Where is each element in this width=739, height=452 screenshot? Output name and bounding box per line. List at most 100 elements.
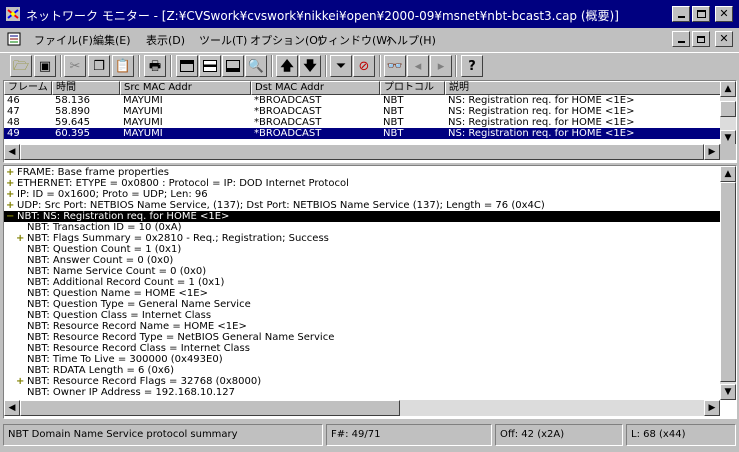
expand-icon[interactable]: + xyxy=(6,201,14,211)
folder-open-icon: 🗁 xyxy=(12,58,30,74)
frame-row[interactable]: 49 60.395 MAYUMI *BROADCAST NBT NS: Registrat… xyxy=(4,128,721,139)
filter-button[interactable]: ⏷ xyxy=(330,55,352,77)
frame-number-cell: 47 xyxy=(7,106,20,117)
cut-button[interactable]: ✂ xyxy=(64,55,86,77)
menu-view[interactable]: 表示(D) xyxy=(146,32,185,48)
detail-line[interactable]: NBT: Owner IP Address = 192.168.10.127 xyxy=(4,387,720,398)
frame-row[interactable]: 47 58.890 MAYUMI *BROADCAST NBT NS: Registrat… xyxy=(4,106,721,117)
summary-scroll-up-button[interactable]: ▲ xyxy=(720,81,736,97)
detail-line[interactable]: NBT: Additional Record Count = 1 (0x1) xyxy=(4,277,720,288)
doc-minimize-button[interactable] xyxy=(672,31,690,47)
detail-line[interactable]: + FRAME: Base frame properties xyxy=(4,167,720,178)
summary-hscroll-thumb[interactable] xyxy=(20,144,704,160)
detail-line[interactable]: NBT: Resource Record Type = NetBIOS Gene… xyxy=(4,332,720,343)
expand-icon[interactable]: + xyxy=(6,179,14,189)
detail-line-text: NBT: Additional Record Count = 1 (0x1) xyxy=(27,277,225,288)
column-header-protocol[interactable]: プロトコル xyxy=(380,81,445,95)
zoom-button[interactable]: 🔍 xyxy=(245,55,267,77)
summary-scroll-right-button[interactable]: ▶ xyxy=(704,144,720,160)
expand-icon[interactable]: + xyxy=(16,377,24,387)
detail-line[interactable]: NBT: Time To Live = 300000 (0x493E0) xyxy=(4,354,720,365)
detail-line[interactable]: NBT: RDATA Length = 6 (0x6) xyxy=(4,365,720,376)
detail-scroll-down-button[interactable]: ▼ xyxy=(720,384,736,400)
detail-line[interactable]: + IP: ID = 0x1600; Proto = UDP; Len: 96 xyxy=(4,189,720,200)
detail-line[interactable]: NBT: Question Count = 1 (0x1) xyxy=(4,244,720,255)
column-header-time[interactable]: 時間 xyxy=(52,81,120,95)
time-cell: 58.136 xyxy=(55,95,90,106)
next-protocol-button[interactable]: 🡇 xyxy=(299,55,321,77)
hex-pane-toggle-button[interactable] xyxy=(222,55,244,77)
column-header-frame[interactable]: フレーム xyxy=(4,81,52,95)
detail-hscroll-thumb[interactable] xyxy=(20,400,400,416)
menu-file[interactable]: ファイル(F) xyxy=(34,32,93,48)
src-mac-cell: MAYUMI xyxy=(123,106,163,117)
minimize-button[interactable] xyxy=(672,6,690,22)
help-button[interactable]: ? xyxy=(461,55,483,77)
column-header-description[interactable]: 説明 xyxy=(445,81,721,95)
frame-summary-pane: フレーム 時間 Src MAC Addr Dst MAC Addr プロトコル … xyxy=(3,80,737,163)
detail-line[interactable]: NBT: Question Name = HOME <1E> xyxy=(4,288,720,299)
detail-line[interactable]: + UDP: Src Port: NETBIOS Name Service, (1… xyxy=(4,200,720,211)
toolbar: 🗁 ▣ ✂ ❐ 📋 🖶 🔍 🡅 🡇 ⏷ ⊘ 👓 ◂ ▸ ? xyxy=(0,52,739,79)
expand-icon[interactable]: + xyxy=(16,234,24,244)
document-window-icon[interactable] xyxy=(6,31,22,47)
detail-scroll-left-button[interactable]: ◀ xyxy=(4,400,20,416)
detail-line[interactable]: − NBT: NS: Registration req. for HOME <1E… xyxy=(4,211,720,222)
expand-icon[interactable]: + xyxy=(6,168,14,178)
summary-pane-toggle-button[interactable] xyxy=(176,55,198,77)
find-previous-button[interactable]: ◂ xyxy=(407,55,429,77)
detail-line[interactable]: + NBT: Resource Record Flags = 32768 (0x8… xyxy=(4,376,720,387)
paste-icon: 📋 xyxy=(114,58,132,74)
menu-window[interactable]: ウィンドウ(W) xyxy=(317,32,391,48)
detail-line-text: NBT: Resource Record Flags = 32768 (0x80… xyxy=(27,376,262,387)
detail-line[interactable]: NBT: Question Type = General Name Servic… xyxy=(4,299,720,310)
triangle-down-icon: ▼ xyxy=(724,386,732,397)
menu-options[interactable]: オプション(O) xyxy=(250,32,322,48)
close-icon: ✕ xyxy=(719,32,729,45)
print-button[interactable]: 🖶 xyxy=(144,55,166,77)
copy-button[interactable]: ❐ xyxy=(88,55,110,77)
close-button[interactable]: ✕ xyxy=(715,6,733,22)
detail-line[interactable]: NBT: Answer Count = 0 (0x0) xyxy=(4,255,720,266)
detail-line[interactable]: NBT: Resource Record Name = HOME <1E> xyxy=(4,321,720,332)
protocol-cell: NBT xyxy=(383,106,404,117)
detail-line-text: NBT: Name Service Count = 0 (0x0) xyxy=(27,266,207,277)
open-button[interactable]: 🗁 xyxy=(10,55,32,77)
detail-vscroll-thumb[interactable] xyxy=(720,182,736,382)
menu-help[interactable]: ヘルプ(H) xyxy=(386,32,436,48)
doc-restore-button[interactable] xyxy=(692,31,710,47)
detail-line[interactable]: NBT: Transaction ID = 10 (0xA) xyxy=(4,222,720,233)
detail-line[interactable]: NBT: Resource Record Class = Internet Cl… xyxy=(4,343,720,354)
frame-row[interactable]: 46 58.136 MAYUMI *BROADCAST NBT NS: Registrat… xyxy=(4,95,721,106)
find-next-button[interactable]: ▸ xyxy=(430,55,452,77)
network-monitor-app-icon[interactable] xyxy=(5,6,21,22)
summary-scroll-left-button[interactable]: ◀ xyxy=(4,144,20,160)
collapse-icon[interactable]: − xyxy=(6,212,14,222)
paste-button[interactable]: 📋 xyxy=(112,55,134,77)
detail-pane-toggle-button[interactable] xyxy=(199,55,221,77)
save-button[interactable]: ▣ xyxy=(34,55,56,77)
doc-close-button[interactable]: ✕ xyxy=(715,31,733,47)
menu-edit[interactable]: 編集(E) xyxy=(93,32,131,48)
time-cell: 59.645 xyxy=(55,117,90,128)
protocol-cell: NBT xyxy=(383,95,404,106)
prev-protocol-button[interactable]: 🡅 xyxy=(276,55,298,77)
menu-tools[interactable]: ツール(T) xyxy=(199,32,247,48)
detail-line[interactable]: + NBT: Flags Summary = 0x2810 - Req.; Reg… xyxy=(4,233,720,244)
find-button[interactable]: 👓 xyxy=(384,55,406,77)
detail-scroll-up-button[interactable]: ▲ xyxy=(720,166,736,182)
expand-icon[interactable]: + xyxy=(6,190,14,200)
detail-line[interactable]: + ETHERNET: ETYPE = 0x0800 : Protocol = I… xyxy=(4,178,720,189)
toolbar-separator xyxy=(60,55,62,77)
column-header-src-mac[interactable]: Src MAC Addr xyxy=(120,81,251,95)
detail-line[interactable]: NBT: Question Class = Internet Class xyxy=(4,310,720,321)
description-cell: NS: Registration req. for HOME <1E> xyxy=(448,106,635,117)
disable-filter-button[interactable]: ⊘ xyxy=(353,55,375,77)
summary-vscroll-thumb[interactable] xyxy=(720,101,736,117)
frame-row[interactable]: 48 59.645 MAYUMI *BROADCAST NBT NS: Registrat… xyxy=(4,117,721,128)
maximize-button[interactable] xyxy=(692,6,710,22)
detail-scroll-right-button[interactable]: ▶ xyxy=(704,400,720,416)
detail-line[interactable]: NBT: Name Service Count = 0 (0x0) xyxy=(4,266,720,277)
column-header-dst-mac[interactable]: Dst MAC Addr xyxy=(251,81,380,95)
dst-mac-cell: *BROADCAST xyxy=(254,106,322,117)
